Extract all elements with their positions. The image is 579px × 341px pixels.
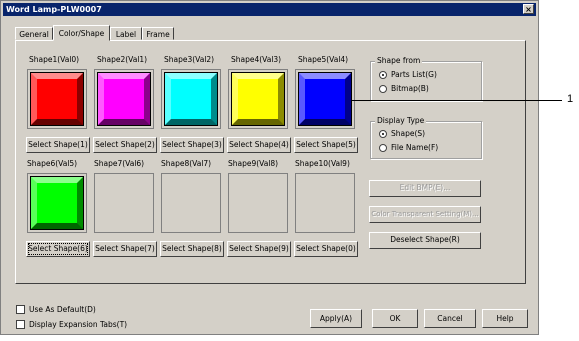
close-button[interactable]: ×	[523, 4, 534, 14]
edit-bmp-label: Edit BMP(E)...	[399, 183, 451, 192]
shape-swatch-empty[interactable]	[161, 173, 221, 233]
select-shape-7-button[interactable]: Select Shape(7)	[93, 241, 157, 257]
callout-line	[352, 100, 562, 101]
shape-fill	[30, 72, 84, 126]
dialog-window: Word Lamp-PLW0007 × General Color/Shape …	[0, 0, 539, 335]
cancel-button[interactable]: Cancel	[424, 309, 476, 328]
shape-label: Shape1(Val0)	[29, 55, 80, 64]
shape-swatch[interactable]	[27, 173, 87, 233]
color-transparent-label: Color Transparent Setting(M)...	[371, 210, 479, 218]
ok-button[interactable]: OK	[372, 309, 418, 328]
shape-swatch[interactable]	[27, 69, 87, 129]
shape-fill	[97, 72, 151, 126]
use-as-default-checkbox[interactable]	[16, 305, 25, 314]
select-shape-8-button[interactable]: Select Shape(8)	[160, 241, 224, 257]
shape-swatch-empty[interactable]	[94, 173, 154, 233]
shape-swatch[interactable]	[94, 69, 154, 129]
color-shape-panel: Shape1(Val0) Shape2(Val1) Shape3(Val2) S…	[15, 40, 526, 284]
select-shape-6-button[interactable]: Select Shape(6)	[26, 241, 90, 257]
window-title: Word Lamp-PLW0007	[6, 5, 102, 14]
shape-label: Shape6(Val5)	[27, 159, 78, 168]
shape-label: Shape2(Val1)	[97, 55, 148, 64]
shape-swatch-empty[interactable]	[295, 173, 355, 233]
tab-label[interactable]: Label	[110, 27, 142, 40]
expansion-tabs-label: Display Expansion Tabs(T)	[29, 320, 128, 329]
shape-fill	[164, 72, 218, 126]
file-name-label: File Name(F)	[391, 143, 439, 152]
help-button[interactable]: Help	[482, 309, 528, 328]
select-shape-2-button[interactable]: Select Shape(2)	[93, 137, 157, 153]
shape-label: Shape9(Val8)	[228, 159, 279, 168]
select-shape-0-button[interactable]: Select Shape(0)	[294, 241, 358, 257]
parts-list-radio[interactable]	[379, 71, 387, 79]
use-as-default-label: Use As Default(D)	[29, 305, 96, 314]
shape-fill	[231, 72, 285, 126]
tab-color-shape[interactable]: Color/Shape	[53, 25, 110, 41]
select-shape-4-button[interactable]: Select Shape(4)	[227, 137, 291, 153]
expansion-tabs-checkbox[interactable]	[16, 320, 25, 329]
shape-label: Shape4(Val3)	[231, 55, 282, 64]
shape-radio[interactable]	[379, 130, 387, 138]
bitmap-radio[interactable]	[379, 85, 387, 93]
callout-number: 1	[567, 93, 574, 105]
parts-list-label: Parts List(G)	[391, 70, 437, 79]
shape-fill	[298, 72, 352, 126]
select-shape-1-button[interactable]: Select Shape(1)	[26, 137, 90, 153]
shape-label: Shape8(Val7)	[161, 159, 212, 168]
select-shape-3-button[interactable]: Select Shape(3)	[160, 137, 224, 153]
display-type-title: Display Type	[375, 116, 427, 125]
color-transparent-button[interactable]: Color Transparent Setting(M)...	[369, 206, 481, 223]
display-type-group: Display Type Shape(S) File Name(F)	[370, 116, 482, 159]
deselect-shape-button[interactable]: Deselect Shape(R)	[369, 232, 481, 249]
shape-from-group: Shape from Parts List(G) Bitmap(B)	[370, 56, 482, 101]
shape-from-title: Shape from	[375, 56, 423, 65]
shape-swatch[interactable]	[295, 69, 355, 129]
tab-frame[interactable]: Frame	[142, 27, 174, 40]
shape-label: Shape5(Val4)	[298, 55, 349, 64]
select-shape-5-button[interactable]: Select Shape(5)	[294, 137, 358, 153]
shape-label: Shape10(Val9)	[295, 159, 350, 168]
title-bar[interactable]: Word Lamp-PLW0007 ×	[3, 3, 536, 16]
shape-label: Shape3(Val2)	[164, 55, 215, 64]
select-shape-9-button[interactable]: Select Shape(9)	[227, 241, 291, 257]
shape-swatch[interactable]	[228, 69, 288, 129]
shape-swatch[interactable]	[161, 69, 221, 129]
file-name-radio[interactable]	[379, 144, 387, 152]
apply-button[interactable]: Apply(A)	[310, 309, 362, 328]
shape-swatch-empty[interactable]	[228, 173, 288, 233]
shape-fill	[30, 176, 84, 230]
bitmap-label: Bitmap(B)	[391, 84, 429, 93]
tab-general[interactable]: General	[15, 27, 53, 40]
shape-radio-label: Shape(S)	[391, 129, 426, 138]
shape-label: Shape7(Val6)	[94, 159, 145, 168]
edit-bmp-button[interactable]: Edit BMP(E)...	[369, 180, 481, 197]
